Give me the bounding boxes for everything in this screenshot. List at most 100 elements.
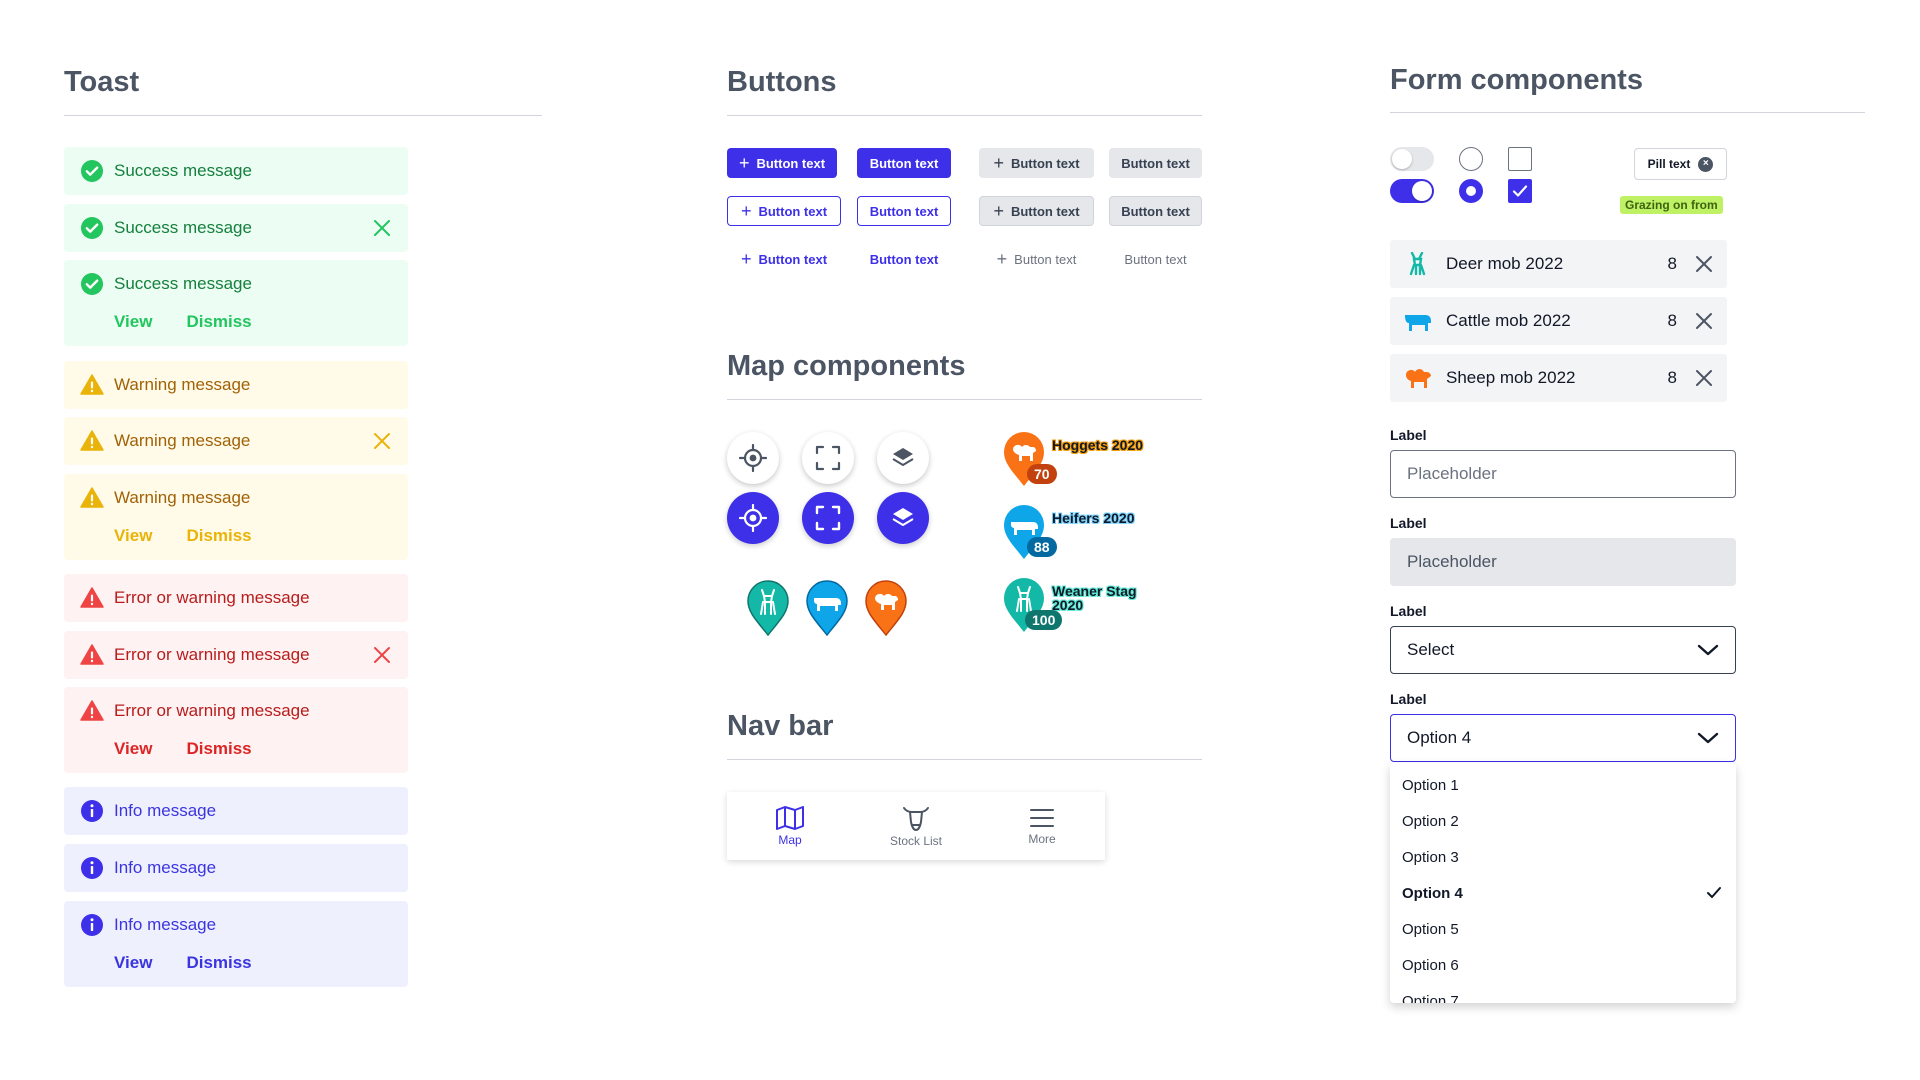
nav-item-more[interactable]: More [979, 792, 1105, 860]
info-toast: Info message [64, 787, 408, 835]
dropdown-option[interactable]: Option 7 [1390, 983, 1736, 1004]
plus-icon: + [740, 201, 752, 221]
primary-icon-button[interactable]: + Button text [727, 148, 837, 178]
close-icon[interactable] [372, 218, 392, 238]
success-toast: Success message [64, 147, 408, 195]
check-icon [1707, 887, 1721, 898]
secondary-text-button[interactable]: Button text [1109, 244, 1202, 274]
mob-row-deer[interactable]: Deer mob 2022 8 [1390, 240, 1727, 288]
warning-triangle-icon [80, 487, 104, 508]
toast-message: Warning message [114, 488, 251, 507]
secondary-text-icon-button[interactable]: + Button text [979, 244, 1094, 274]
mob-row-cattle[interactable]: Cattle mob 2022 8 [1390, 297, 1727, 345]
dropdown-option[interactable]: Option 3 [1390, 839, 1736, 875]
dropdown-option[interactable]: Option 5 [1390, 911, 1736, 947]
text-input-disabled: Placeholder [1390, 538, 1736, 586]
nav-item-stock-list[interactable]: Stock List [853, 792, 979, 860]
plus-icon: + [738, 153, 750, 173]
info-circle-icon [81, 800, 103, 822]
dropdown-option[interactable]: Option 1 [1390, 767, 1736, 803]
toast-message: Error or warning message [114, 701, 310, 720]
close-icon[interactable] [1695, 255, 1713, 273]
field-label: Label [1390, 603, 1427, 619]
fullscreen-button[interactable] [802, 432, 854, 484]
check-icon [1512, 185, 1528, 197]
nav-item-map[interactable]: Map [727, 792, 853, 860]
chevron-down-icon [1697, 732, 1719, 744]
cattle-pin-icon[interactable] [805, 580, 849, 636]
text-button[interactable]: Button text [857, 244, 951, 274]
mob-label: Weaner Stag 2020 [1052, 583, 1137, 613]
radio-checked[interactable] [1459, 179, 1483, 203]
text-icon-button[interactable]: + Button text [727, 244, 841, 274]
radio-unchecked[interactable] [1459, 147, 1483, 171]
crosshair-icon [739, 504, 767, 532]
secondary-icon-button[interactable]: + Button text [979, 148, 1094, 178]
info-circle-icon [81, 914, 103, 936]
dismiss-button[interactable]: Dismiss [186, 739, 251, 759]
view-button[interactable]: View [114, 312, 152, 332]
select-field-open[interactable]: Option 4 [1390, 714, 1736, 762]
secondary-outline-icon-button[interactable]: + Button text [979, 196, 1094, 226]
menu-icon [1030, 808, 1054, 827]
sheep-icon [1406, 369, 1431, 388]
text-input[interactable]: Placeholder [1390, 450, 1736, 498]
sheep-pin-icon[interactable] [864, 580, 908, 636]
close-icon[interactable] [1695, 369, 1713, 387]
secondary-button[interactable]: Button text [1109, 148, 1202, 178]
success-toast-actions: Success message View Dismiss [64, 260, 408, 346]
deer-pin-icon[interactable] [746, 580, 790, 636]
field-label: Label [1390, 691, 1427, 707]
outline-button[interactable]: Button text [857, 196, 951, 226]
toast-message: Success message [114, 274, 252, 293]
select-field[interactable]: Select [1390, 626, 1736, 674]
check-circle-icon [81, 160, 103, 182]
info-circle-icon [81, 857, 103, 879]
checkbox-checked[interactable] [1508, 179, 1532, 203]
close-icon[interactable] [372, 431, 392, 451]
close-icon[interactable] [372, 645, 392, 665]
locate-button[interactable] [727, 432, 779, 484]
layers-icon [892, 508, 914, 526]
layers-button[interactable] [877, 432, 929, 484]
dismiss-button[interactable]: Dismiss [186, 312, 251, 332]
view-button[interactable]: View [114, 953, 152, 973]
view-button[interactable]: View [114, 526, 152, 546]
toast-message: Success message [114, 218, 252, 237]
close-icon[interactable] [1695, 312, 1713, 330]
close-circle-icon[interactable]: × [1698, 156, 1714, 172]
buttons-section-title: Buttons [727, 66, 837, 98]
error-toast: Error or warning message [64, 574, 408, 622]
mob-row-sheep[interactable]: Sheep mob 2022 8 [1390, 354, 1727, 402]
fullscreen-icon [815, 445, 841, 471]
secondary-outline-button[interactable]: Button text [1109, 196, 1202, 226]
checkbox-unchecked[interactable] [1508, 147, 1532, 171]
map-divider [727, 399, 1202, 400]
dismiss-button[interactable]: Dismiss [186, 526, 251, 546]
pill-chip[interactable]: Pill text × [1634, 148, 1727, 180]
toast-message: Warning message [114, 375, 251, 394]
locate-button-active[interactable] [727, 492, 779, 544]
select-dropdown: Option 1 Option 2 Option 3 Option 4 Opti… [1390, 763, 1736, 1003]
dropdown-option[interactable]: Option 6 [1390, 947, 1736, 983]
mob-label: Hoggets 2020 [1052, 437, 1144, 453]
fullscreen-button-active[interactable] [802, 492, 854, 544]
map-section-title: Map components [727, 350, 966, 382]
primary-button[interactable]: Button text [857, 148, 951, 178]
outline-icon-button[interactable]: + Button text [727, 196, 841, 226]
fullscreen-icon [815, 505, 841, 531]
view-button[interactable]: View [114, 739, 152, 759]
check-circle-icon [81, 273, 103, 295]
toast-message: Warning message [114, 431, 251, 450]
toast-message: Success message [114, 161, 252, 180]
dropdown-option[interactable]: Option 2 [1390, 803, 1736, 839]
dismiss-button[interactable]: Dismiss [186, 953, 251, 973]
toggle-off[interactable] [1390, 147, 1434, 171]
error-triangle-icon [80, 587, 104, 608]
plus-icon: + [993, 201, 1004, 221]
toggle-on[interactable] [1390, 179, 1434, 203]
layers-button-active[interactable] [877, 492, 929, 544]
check-circle-icon [81, 217, 103, 239]
dropdown-option-selected[interactable]: Option 4 [1390, 875, 1736, 911]
success-toast-dismissible: Success message [64, 204, 408, 252]
